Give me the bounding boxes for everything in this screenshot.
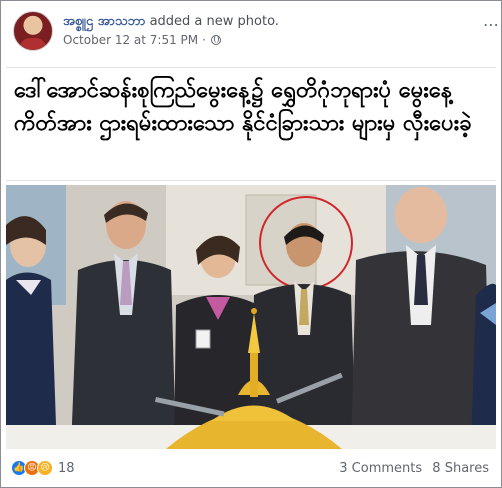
globe-icon	[210, 35, 221, 45]
reactions-summary[interactable]: 👍 😡 😢 18	[11, 460, 75, 476]
sad-icon: 😢	[37, 460, 53, 476]
post-caption: ဒေါ်အောင်ဆန်းစုကြည်မွေးနေ့၌ ရွှေတိဂုံဘုရ…	[14, 78, 472, 136]
post-meta: အစ္စူဌ အာသဘာ added a new photo. October …	[63, 13, 279, 47]
caption-box: ဒေါ်အောင်ဆန်းစုကြည်မွေးနေ့၌ ရွှေတိဂုံဘုရ…	[6, 67, 496, 181]
post-header: အစ္စူဌ အာသဘာ added a new photo. October …	[13, 11, 279, 51]
post-action: added a new photo.	[149, 14, 279, 29]
post-photo[interactable]	[6, 185, 496, 449]
avatar[interactable]	[13, 11, 53, 51]
shares-link[interactable]: 8 Shares	[432, 461, 489, 476]
post-footer: 👍 😡 😢 18 3 Comments 8 Shares	[11, 457, 489, 479]
reaction-count: 18	[58, 460, 75, 476]
engagement-counts: 3 Comments 8 Shares	[333, 461, 489, 476]
post-timestamp[interactable]: October 12 at 7:51 PM	[63, 33, 198, 47]
author-name[interactable]: အစ္စူဌ အာသဘာ	[63, 14, 145, 29]
post-frame: အစ္စူဌ အာသဘာ added a new photo. October …	[0, 0, 502, 488]
comments-link[interactable]: 3 Comments	[339, 461, 422, 476]
meta-separator: ·	[202, 33, 206, 47]
ellipsis-icon[interactable]: ⋯	[483, 15, 500, 34]
